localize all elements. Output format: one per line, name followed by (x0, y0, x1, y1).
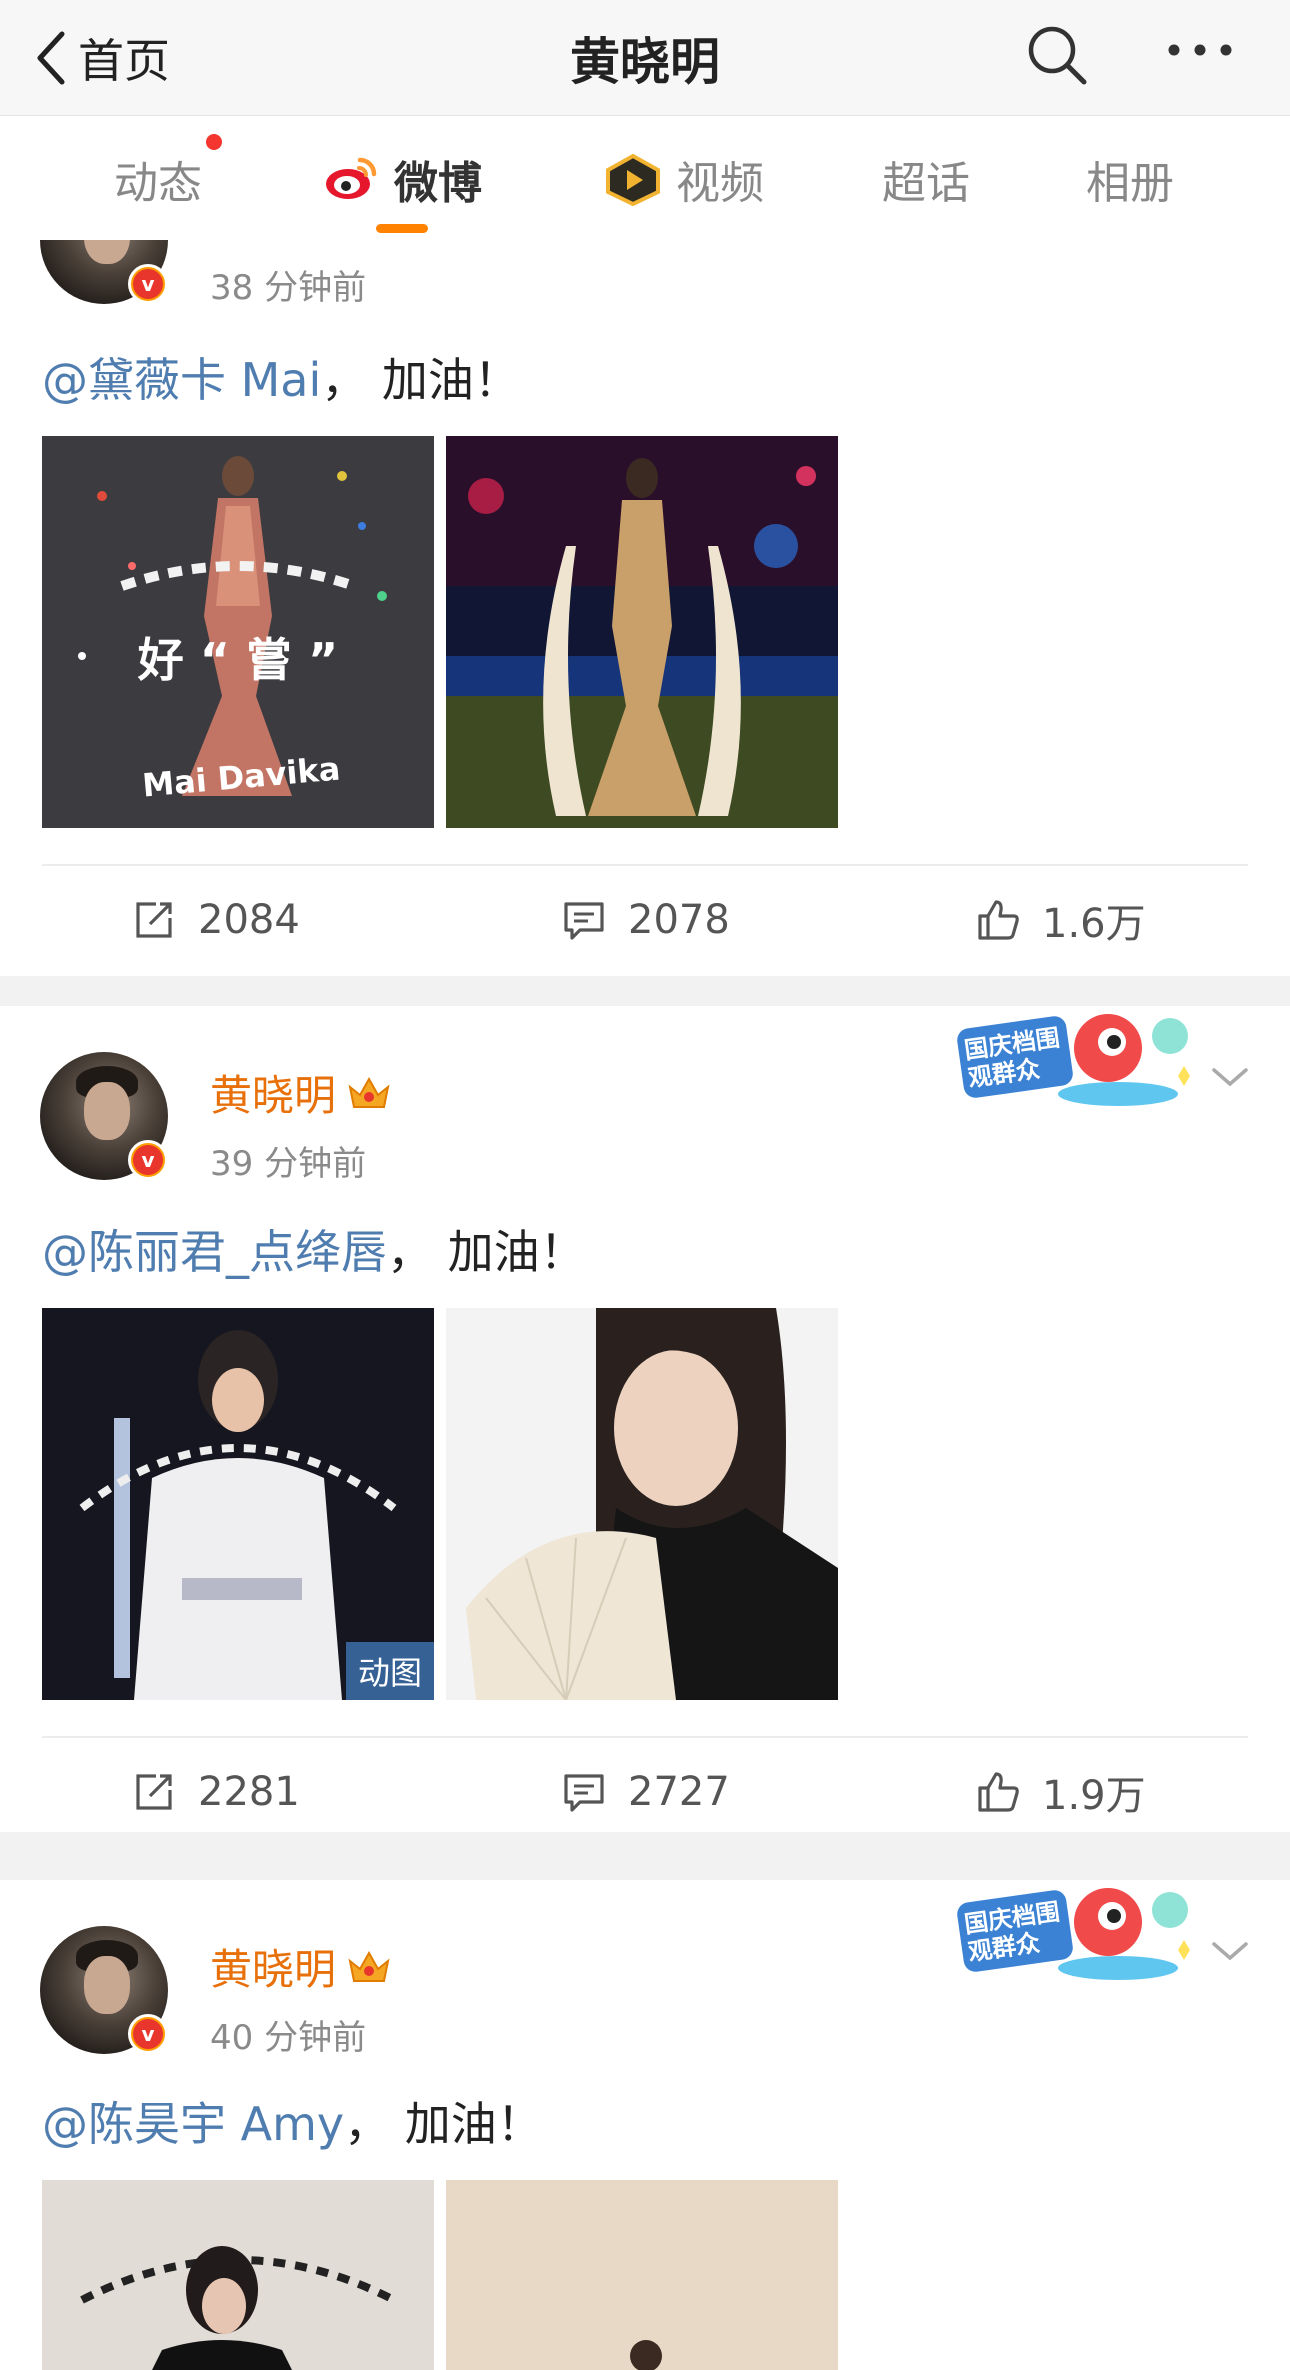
notification-dot (206, 134, 222, 150)
top-nav-bar: 首页 黄晓明 (0, 0, 1290, 116)
post-image-1[interactable] (42, 2180, 434, 2370)
page-title: 黄晓明 (570, 33, 720, 91)
crown-icon (348, 1950, 390, 1982)
like-button[interactable]: 1.9万 (976, 1762, 1146, 1822)
mention-link[interactable]: @黛薇卡 Mai (42, 353, 321, 407)
post-text: @黛薇卡 Mai， 加油！ (42, 344, 520, 410)
repost-icon (136, 1774, 172, 1810)
post-image-2[interactable] (446, 1308, 838, 1700)
tab-video-label: 视频 (676, 158, 764, 209)
repost-count: 2281 (198, 1769, 300, 1815)
active-tab-indicator (376, 224, 428, 233)
post-text: @陈昊宇 Amy， 加油！ (42, 2088, 543, 2154)
tab-super-topic-label: 超话 (882, 158, 970, 209)
like-button[interactable]: 1.6万 (976, 890, 1146, 950)
post-image-2[interactable] (446, 2180, 838, 2370)
promo-sticker[interactable]: 国庆档围观群众 (948, 1006, 1198, 1116)
comment-icon (564, 1774, 604, 1812)
post-image-1[interactable]: 动图 (42, 1308, 434, 1700)
mention-link[interactable]: @陈昊宇 Amy (42, 2097, 344, 2151)
svg-text:好 “ 嘗 ”: 好 “ 嘗 ” (137, 633, 339, 687)
post-card: v 黄晓明 39 分钟前 国庆档围观群众 @陈丽君_点绛唇， 加油！ 动图 22… (0, 1006, 1290, 1832)
tab-album[interactable]: 相册 (1086, 144, 1174, 214)
repost-icon (136, 902, 172, 938)
feed[interactable]: v 38 分钟前 @黛薇卡 Mai， 加油！ 好 “ 嘗 ” Mai Davik… (0, 240, 1290, 2370)
tab-weibo[interactable]: 微博 (322, 144, 482, 214)
like-count: 1.6万 (1042, 901, 1146, 947)
tab-album-label: 相册 (1086, 158, 1174, 209)
tab-super-topic[interactable]: 超话 (882, 144, 970, 214)
username[interactable]: 黄晓明 (210, 1936, 392, 1997)
avatar[interactable]: v (40, 1052, 168, 1180)
verified-badge-icon: v (128, 264, 168, 304)
chevron-down-icon[interactable] (1208, 1936, 1252, 1966)
profile-tabs: 动态 微博 视频 超话 相册 (0, 116, 1290, 240)
tab-dynamic-label: 动态 (114, 158, 202, 209)
avatar[interactable]: v (40, 1926, 168, 2054)
comment-button[interactable]: 2078 (562, 890, 730, 950)
post-divider (42, 864, 1248, 866)
repost-button[interactable]: 2281 (132, 1762, 300, 1822)
username-label: 黄晓明 (210, 1945, 337, 1994)
crown-icon (348, 1076, 390, 1108)
promo-sticker[interactable]: 国庆档围观群众 (948, 1880, 1198, 1990)
post-image-2[interactable] (446, 436, 838, 828)
post-text-suffix: ， 加油！ (321, 353, 520, 407)
like-count: 1.9万 (1042, 1773, 1146, 1819)
tab-dynamic[interactable]: 动态 (114, 144, 202, 214)
comment-count: 2078 (628, 897, 730, 943)
username[interactable]: 黄晓明 (210, 1062, 392, 1123)
post-time: 40 分钟前 (210, 2018, 367, 2058)
repost-count: 2084 (198, 897, 300, 943)
mention-link[interactable]: @陈丽君_点绛唇 (42, 1225, 387, 1279)
tab-weibo-label: 微博 (394, 158, 482, 209)
post-divider (42, 1736, 1248, 1738)
username-label: 黄晓明 (210, 1071, 337, 1120)
like-icon (978, 1772, 1019, 1812)
post-card: v 38 分钟前 @黛薇卡 Mai， 加油！ 好 “ 嘗 ” Mai Davik… (0, 240, 1290, 976)
chevron-down-icon[interactable] (1208, 1062, 1252, 1092)
verified-badge-icon: v (128, 2014, 168, 2054)
photo-black-outfit (42, 2180, 434, 2370)
comment-button[interactable]: 2727 (562, 1762, 730, 1822)
repost-button[interactable]: 2084 (132, 890, 300, 950)
post-text-suffix: ， 加油！ (344, 2097, 543, 2151)
post-text: @陈丽君_点绛唇， 加油！ (42, 1216, 586, 1282)
post-time: 39 分钟前 (210, 1144, 367, 1184)
gif-badge: 动图 (346, 1642, 434, 1700)
like-icon (978, 900, 1019, 940)
weibo-logo-icon (326, 157, 377, 199)
photo-gold-gown-night (446, 436, 838, 828)
photo-portrait-with-fan (446, 1308, 838, 1700)
photo-beige-background (446, 2180, 838, 2370)
verified-badge-icon: v (128, 1140, 168, 1180)
video-icon (606, 153, 660, 206)
tab-video[interactable]: 视频 (604, 144, 764, 214)
avatar[interactable]: v (40, 240, 168, 304)
post-card: v 黄晓明 40 分钟前 国庆档围观群众 @陈昊宇 Amy， 加油！ (0, 1880, 1290, 2370)
more-icon[interactable] (1160, 20, 1240, 90)
post-text-suffix: ， 加油！ (387, 1225, 586, 1279)
comment-icon (564, 902, 604, 940)
search-icon[interactable] (1022, 20, 1092, 90)
post-time: 38 分钟前 (210, 268, 367, 308)
comment-count: 2727 (628, 1769, 730, 1815)
post-image-1[interactable]: 好 “ 嘗 ” Mai Davika (42, 436, 434, 828)
